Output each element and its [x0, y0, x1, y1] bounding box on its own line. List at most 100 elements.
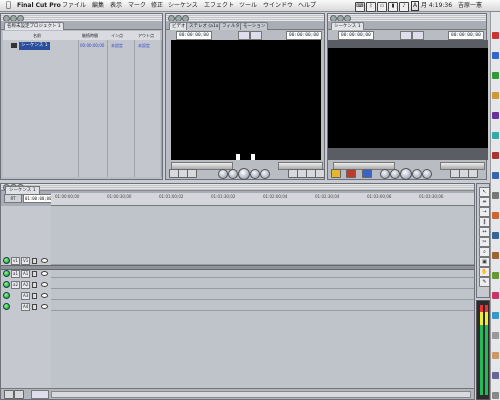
- lock-icon[interactable]: [32, 293, 37, 299]
- dock-app-icon[interactable]: [492, 272, 499, 279]
- overwrite-edit-button[interactable]: [346, 169, 356, 178]
- zoom-tool-icon[interactable]: ⌕: [479, 247, 490, 257]
- add-marker-button[interactable]: [315, 169, 325, 178]
- play-button[interactable]: [238, 168, 250, 180]
- track-audible-icon[interactable]: [3, 270, 10, 277]
- zoom-slider-thumb[interactable]: [31, 390, 49, 399]
- track-audible-icon[interactable]: [3, 281, 10, 288]
- track-visibility-icon[interactable]: [3, 257, 10, 264]
- viewer-video-display[interactable]: [171, 40, 321, 160]
- dock-app-icon[interactable]: [492, 152, 499, 159]
- zoom-popup[interactable]: [400, 31, 412, 40]
- roll-tool-icon[interactable]: ‖: [479, 217, 490, 227]
- tab-project[interactable]: 名称未設定プロジェクト 1: [4, 22, 64, 30]
- zoom-popup[interactable]: [238, 31, 250, 40]
- play-around-button[interactable]: [250, 169, 260, 179]
- column-in[interactable]: イン点: [111, 31, 123, 40]
- viewer-duration-timecode[interactable]: 00:00:00;00: [176, 31, 212, 40]
- menu-modify[interactable]: 修正: [151, 1, 163, 11]
- canvas-duration-timecode[interactable]: 00:00:00;00: [338, 31, 374, 40]
- marker-button[interactable]: [187, 169, 197, 178]
- dock-app-icon[interactable]: [492, 212, 499, 219]
- keyboard-icon[interactable]: ⌨: [355, 2, 365, 12]
- view-popup[interactable]: [250, 31, 262, 40]
- play-in-out-button[interactable]: [390, 169, 400, 179]
- track-height-button[interactable]: [14, 390, 24, 399]
- menu-view[interactable]: 表示: [110, 1, 122, 11]
- trash-icon[interactable]: [492, 392, 499, 399]
- next-edit-button[interactable]: [422, 169, 432, 179]
- insert-edit-button[interactable]: [331, 169, 341, 178]
- slip-tool-icon[interactable]: ↔: [479, 227, 490, 237]
- lock-icon[interactable]: [32, 282, 37, 288]
- menu-user[interactable]: 吉原一憲: [458, 1, 482, 11]
- timeline-scrollbar[interactable]: [51, 391, 471, 398]
- prev-edit-button[interactable]: [218, 169, 228, 179]
- viewer-current-timecode[interactable]: 00:00:00;00: [286, 31, 322, 40]
- timeline-track-area[interactable]: [51, 206, 474, 389]
- auto-select-icon[interactable]: [41, 293, 48, 298]
- menu-tools[interactable]: ツール: [239, 1, 257, 11]
- menu-edit[interactable]: 編集: [92, 1, 104, 11]
- dock-app-icon[interactable]: [492, 172, 499, 179]
- dock-app-icon[interactable]: [492, 292, 499, 299]
- source-track-label[interactable]: v1: [11, 257, 20, 265]
- replace-edit-button[interactable]: [362, 169, 372, 178]
- sequence-name[interactable]: シーケンス 1: [19, 42, 50, 50]
- add-marker-button[interactable]: [468, 169, 478, 178]
- timeline-ruler[interactable]: 01:00:00;00 01:00:30;00 01:01:00;02 01:0…: [51, 193, 474, 206]
- canvas-video-display[interactable]: [328, 48, 488, 148]
- dock-app-icon[interactable]: [492, 32, 499, 39]
- menu-window[interactable]: ウインドウ: [263, 1, 293, 11]
- dock-app-icon[interactable]: [492, 72, 499, 79]
- dock-app-icon[interactable]: [492, 252, 499, 259]
- dock-app-icon[interactable]: [492, 112, 499, 119]
- app-menu[interactable]: Final Cut Pro: [17, 1, 61, 11]
- battery-icon[interactable]: ▮: [388, 2, 398, 12]
- edit-select-tool-icon[interactable]: ⇹: [479, 197, 490, 207]
- timeline-timecode[interactable]: 01:00:00;00: [23, 194, 52, 203]
- source-track-label[interactable]: a1: [11, 270, 20, 278]
- tab-motion[interactable]: モーション: [240, 22, 269, 30]
- lock-icon[interactable]: [32, 304, 37, 310]
- dock-app-icon[interactable]: [492, 232, 499, 239]
- destination-track-label[interactable]: A3: [21, 292, 31, 300]
- tab-sequence[interactable]: シーケンス 1: [331, 22, 364, 30]
- crop-tool-icon[interactable]: ▣: [479, 257, 490, 267]
- auto-select-icon[interactable]: [41, 282, 48, 287]
- list-item[interactable]: シーケンス 1 00:00:00;00 未設定 未設定: [3, 42, 160, 50]
- dock-app-icon[interactable]: [492, 52, 499, 59]
- track-audible-icon[interactable]: [3, 292, 10, 299]
- menu-effects[interactable]: エフェクト: [204, 1, 234, 11]
- bluetooth-icon[interactable]: ᛒ: [366, 2, 376, 12]
- dock-app-icon[interactable]: [492, 92, 499, 99]
- timeline-titlebar[interactable]: [1, 184, 474, 191]
- input-mode-indicator[interactable]: A: [411, 1, 420, 11]
- hand-tool-icon[interactable]: ✋: [479, 267, 490, 277]
- play-in-out-button[interactable]: [228, 169, 238, 179]
- column-out[interactable]: アウト点: [138, 31, 154, 40]
- track-select-tool-icon[interactable]: →: [479, 207, 490, 217]
- menu-file[interactable]: ファイル: [62, 1, 86, 11]
- destination-track-label[interactable]: V1: [21, 257, 31, 265]
- destination-track-label[interactable]: A2: [21, 281, 31, 289]
- menu-sequence[interactable]: シーケンス: [168, 1, 198, 11]
- display-icon[interactable]: ▭: [377, 2, 387, 12]
- dock-app-icon[interactable]: [492, 192, 499, 199]
- auto-select-icon[interactable]: [41, 271, 48, 276]
- menu-help[interactable]: ヘルプ: [298, 1, 316, 11]
- track-audible-icon[interactable]: [3, 303, 10, 310]
- video-audio-divider[interactable]: [1, 265, 474, 270]
- selection-tool-icon[interactable]: ↖: [479, 187, 490, 197]
- apple-menu-icon[interactable]: : [6, 0, 11, 10]
- play-around-button[interactable]: [412, 169, 422, 179]
- destination-track-label[interactable]: A4: [21, 303, 31, 311]
- view-popup[interactable]: [412, 31, 424, 40]
- play-button[interactable]: [400, 168, 412, 180]
- canvas-current-timecode[interactable]: 00:00:00;00: [448, 31, 484, 40]
- destination-track-label[interactable]: A1: [21, 270, 31, 278]
- auto-select-icon[interactable]: [41, 304, 48, 309]
- dock-app-icon[interactable]: [492, 372, 499, 379]
- column-name[interactable]: 名前: [33, 31, 41, 40]
- menu-mark[interactable]: マーク: [128, 1, 146, 11]
